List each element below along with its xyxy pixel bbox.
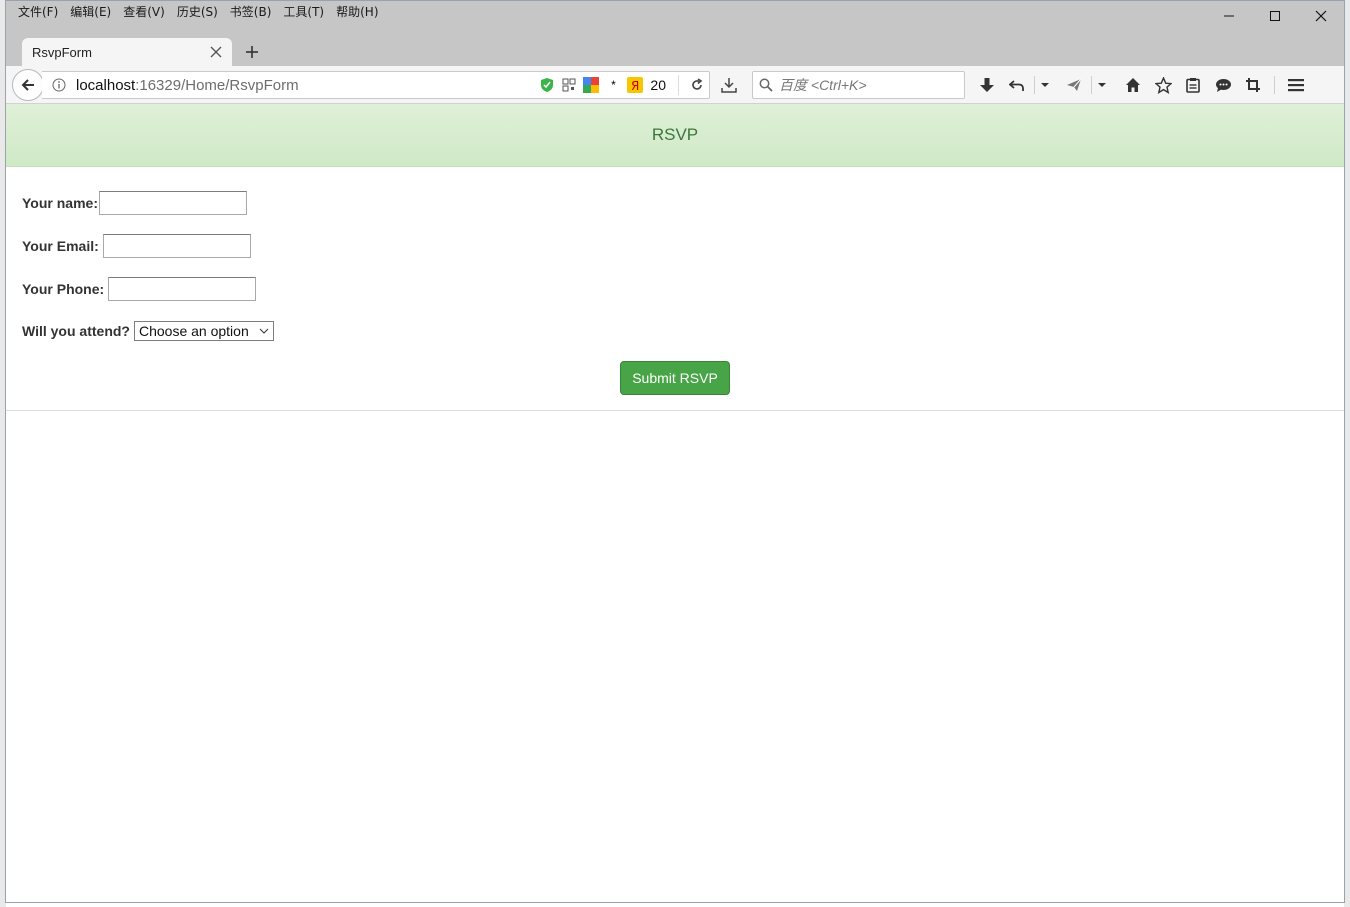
email-input[interactable]: [102, 234, 251, 258]
new-tab-button[interactable]: [240, 41, 264, 63]
menu-file[interactable]: 文件(F): [12, 4, 64, 22]
email-row: Your Email:: [22, 234, 251, 258]
attend-select-value: Choose an option: [138, 323, 249, 339]
minimize-button[interactable]: [1206, 1, 1252, 31]
maximize-button[interactable]: [1252, 1, 1298, 31]
url-bar[interactable]: localhost:16329/Home/RsvpForm * Я 20: [42, 71, 710, 99]
close-window-button[interactable]: [1298, 1, 1344, 31]
reload-button[interactable]: [685, 73, 709, 97]
svg-text:Я: Я: [631, 79, 639, 93]
menu-bar: 文件(F) 编辑(E) 查看(V) 历史(S) 书签(B) 工具(T) 帮助(H…: [12, 4, 385, 22]
name-row: Your name:: [22, 191, 247, 215]
phone-input[interactable]: [108, 277, 257, 301]
shield-icon[interactable]: [538, 76, 556, 94]
tab-title: RsvpForm: [32, 44, 92, 60]
back-arrow-icon: [21, 79, 34, 91]
panel-heading: RSVP: [6, 104, 1344, 167]
download-arrow-icon: [980, 78, 994, 92]
rsvp-form: Your name: Your Email: Your Phone: Will …: [6, 167, 1344, 411]
url-path: :16329/Home/RsvpForm: [135, 76, 299, 94]
minimize-icon: [1224, 15, 1234, 17]
search-placeholder: 百度 <Ctrl+K>: [779, 77, 867, 93]
search-bar[interactable]: 百度 <Ctrl+K>: [752, 71, 965, 99]
page-title: RSVP: [651, 125, 699, 144]
window-controls: [1206, 1, 1344, 31]
name-label: Your name:: [22, 195, 98, 211]
menu-history[interactable]: 历史(S): [171, 4, 224, 22]
tray-download-icon: [721, 78, 737, 93]
asterisk-indicator: *: [611, 78, 616, 92]
chevron-down-icon: [258, 325, 270, 337]
close-tab-icon: [210, 46, 222, 58]
url-host: localhost: [76, 76, 136, 94]
google-translate-icon[interactable]: [582, 76, 600, 94]
hamburger-icon: [1288, 79, 1304, 92]
extension-badge-count: 20: [650, 77, 666, 93]
url-text[interactable]: localhost:16329/Home/RsvpForm: [76, 77, 538, 94]
toolbar-separator: [1034, 76, 1035, 94]
crop-icon: [1246, 78, 1260, 92]
menu-tools[interactable]: 工具(T): [277, 4, 330, 22]
name-input[interactable]: [98, 191, 247, 215]
attend-select[interactable]: Choose an option: [133, 321, 274, 341]
home-button[interactable]: [1118, 70, 1148, 100]
submit-rsvp-button[interactable]: Submit RSVP: [620, 361, 730, 395]
downloads-button[interactable]: [972, 70, 1002, 100]
menu-bookmarks[interactable]: 书签(B): [224, 4, 278, 22]
info-icon[interactable]: [46, 72, 72, 98]
toolbar: [972, 70, 1311, 100]
tab-strip: RsvpForm: [6, 34, 1344, 66]
search-icon: [759, 78, 773, 92]
home-icon: [1126, 78, 1140, 92]
caret-down-icon: [1041, 83, 1049, 87]
star-icon: [1154, 76, 1172, 94]
undo-icon: [1009, 80, 1024, 91]
attend-row: Will you attend? Choose an option: [22, 321, 274, 341]
hamburger-menu-button[interactable]: [1281, 70, 1311, 100]
reload-icon: [692, 78, 703, 90]
undo-dropdown[interactable]: [1037, 70, 1053, 100]
email-label: Your Email:: [22, 238, 99, 254]
reading-list-button[interactable]: [1178, 70, 1208, 100]
yandex-icon[interactable]: Я: [626, 76, 644, 94]
tab-rsvpform[interactable]: RsvpForm: [22, 38, 232, 66]
clipboard-icon: [1186, 78, 1200, 93]
tab-close-button[interactable]: [204, 40, 228, 64]
phone-row: Your Phone:: [22, 277, 257, 301]
chat-button[interactable]: [1208, 70, 1238, 100]
close-icon: [1315, 10, 1327, 22]
browser-window: 文件(F) 编辑(E) 查看(V) 历史(S) 书签(B) 工具(T) 帮助(H…: [5, 0, 1345, 903]
chat-bubble-icon: [1215, 78, 1231, 92]
crop-button[interactable]: [1238, 70, 1268, 100]
sync-button[interactable]: [1059, 70, 1089, 100]
title-bar: 文件(F) 编辑(E) 查看(V) 历史(S) 书签(B) 工具(T) 帮助(H…: [6, 1, 1344, 66]
qr-code-icon[interactable]: [560, 76, 578, 94]
navigation-bar: localhost:16329/Home/RsvpForm * Я 20 百度 …: [6, 66, 1344, 104]
page-content: RSVP Your name: Your Email: Your Phone: …: [6, 104, 1344, 902]
plus-icon: [246, 46, 258, 58]
attend-label: Will you attend?: [22, 323, 130, 339]
menu-edit[interactable]: 编辑(E): [64, 4, 117, 22]
undo-button[interactable]: [1002, 70, 1032, 100]
paper-plane-icon: [1067, 78, 1082, 91]
sync-dropdown[interactable]: [1094, 70, 1110, 100]
menu-view[interactable]: 查看(V): [117, 4, 171, 22]
screenshot-button[interactable]: [718, 74, 740, 96]
toolbar-separator-3: [1274, 76, 1275, 94]
caret-down-icon-2: [1098, 83, 1106, 87]
phone-label: Your Phone:: [22, 281, 105, 297]
url-separator: [678, 75, 679, 95]
menu-help[interactable]: 帮助(H): [330, 4, 384, 22]
bookmark-star-button[interactable]: [1148, 70, 1178, 100]
extension-icons: * Я 20: [538, 76, 666, 94]
back-button[interactable]: [12, 69, 44, 101]
maximize-icon: [1270, 11, 1280, 21]
toolbar-separator-2: [1091, 76, 1092, 94]
